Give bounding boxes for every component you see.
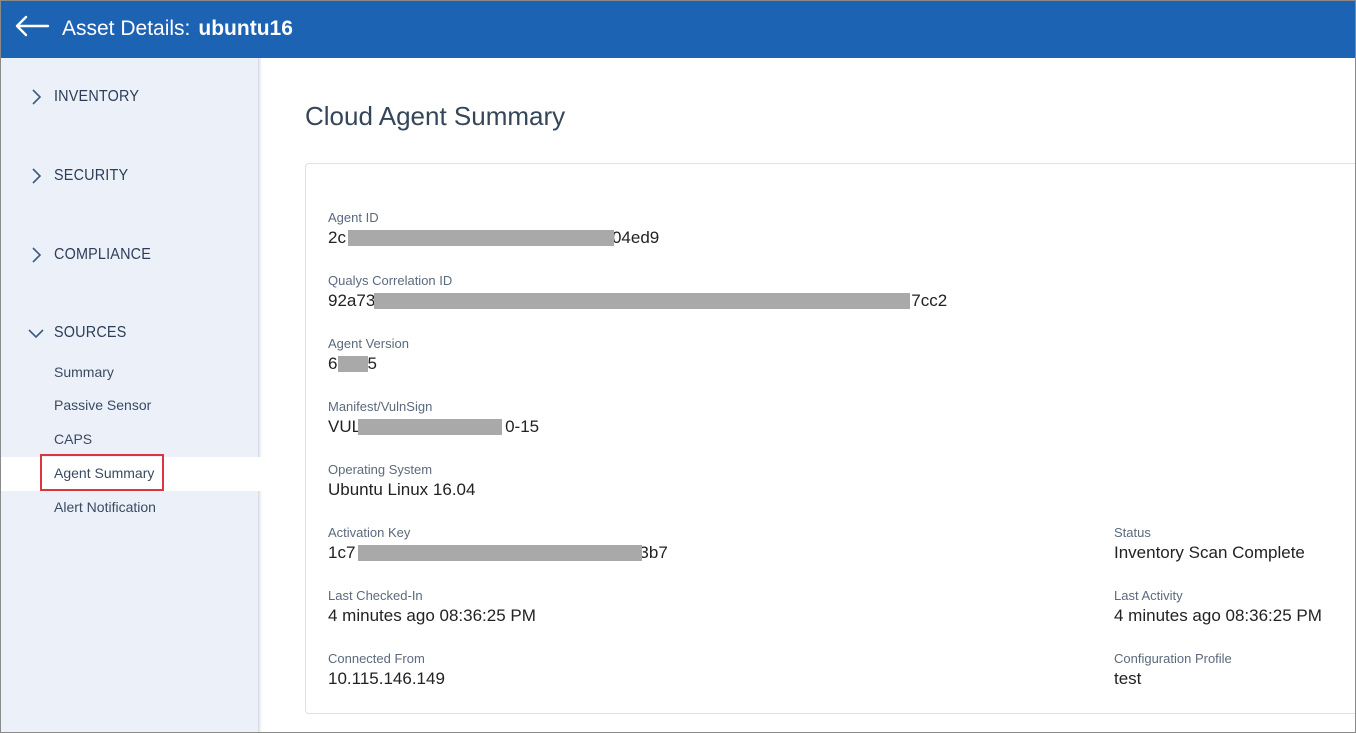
page-header: Asset Details: ubuntu16: [1, 1, 1355, 58]
field-label: Agent Version: [328, 336, 409, 351]
sidebar-section-compliance[interactable]: COMPLIANCE: [1, 238, 259, 272]
field-value[interactable]: 1c7 3b7: [328, 542, 668, 564]
field-value[interactable]: VUL 0-15: [328, 416, 539, 438]
sidebar-section-label: INVENTORY: [54, 88, 140, 105]
field-label: Configuration Profile: [1114, 651, 1232, 666]
field-status: Status Inventory Scan Complete: [1114, 525, 1305, 564]
field-last-activity: Last Activity 4 minutes ago 08:36:25 PM: [1114, 588, 1322, 627]
field-value[interactable]: 10.115.146.149: [328, 668, 445, 690]
field-value[interactable]: 4 minutes ago 08:36:25 PM: [1114, 605, 1322, 627]
field-label: Operating System: [328, 462, 433, 477]
field-operating-system: Operating System Ubuntu Linux 16.04: [328, 462, 475, 501]
redaction-bar: [358, 545, 642, 561]
value-end: 3b7: [639, 543, 668, 562]
field-label: Last Checked-In: [328, 588, 423, 603]
sidebar-item-agent-summary[interactable]: Agent Summary: [1, 457, 262, 491]
chevron-down-icon: [28, 329, 44, 339]
chevron-right-icon: [32, 89, 42, 105]
redaction-bar: [338, 356, 368, 372]
value-end: 04ed9: [611, 228, 660, 247]
title-prefix: Asset Details:: [62, 17, 191, 40]
value-start: 92a73: [328, 291, 376, 310]
sidebar-item-summary[interactable]: Summary: [1, 357, 259, 389]
field-connected-from: Connected From 10.115.146.149: [328, 651, 445, 690]
sidebar-section-sources[interactable]: SOURCES: [1, 316, 259, 350]
sidebar-section-label: SOURCES: [54, 324, 127, 341]
page-title: Asset Details: ubuntu16: [62, 17, 293, 41]
field-label: Agent ID: [328, 210, 379, 225]
field-value[interactable]: 2c 04ed9: [328, 227, 659, 249]
redaction-bar: [348, 230, 614, 246]
field-last-checked-in: Last Checked-In 4 minutes ago 08:36:25 P…: [328, 588, 536, 627]
value-start: VUL: [328, 417, 362, 436]
sidebar-item-label: Agent Summary: [54, 465, 155, 481]
chevron-right-icon: [32, 168, 42, 184]
field-label: Activation Key: [328, 525, 411, 540]
section-title: Cloud Agent Summary: [305, 101, 566, 131]
field-label: Connected From: [328, 651, 425, 666]
field-label: Status: [1114, 525, 1151, 540]
sidebar-item-caps[interactable]: CAPS: [1, 424, 259, 456]
field-value[interactable]: 65: [328, 353, 377, 375]
arrow-left-icon: [15, 15, 50, 37]
sidebar-item-label: Alert Notification: [54, 499, 156, 515]
sidebar-item-alert-notification[interactable]: Alert Notification: [1, 492, 259, 524]
field-value[interactable]: 4 minutes ago 08:36:25 PM: [328, 605, 536, 627]
sidebar-item-label: Summary: [54, 364, 114, 380]
field-label: Manifest/VulnSign: [328, 399, 433, 414]
value-start: 6: [328, 354, 338, 373]
field-manifest: Manifest/VulnSign VUL 0-15: [328, 399, 539, 438]
asset-name: ubuntu16: [198, 17, 293, 40]
field-value[interactable]: Ubuntu Linux 16.04: [328, 479, 475, 501]
value-start: 2c: [328, 228, 346, 247]
app-window: Asset Details: ubuntu16 INVENTORY SECURIT…: [0, 0, 1356, 733]
redaction-bar: [358, 419, 502, 435]
chevron-right-icon: [32, 247, 42, 263]
field-agent-version: Agent Version 65: [328, 336, 409, 375]
sidebar-section-label: COMPLIANCE: [54, 246, 152, 263]
field-value[interactable]: test: [1114, 668, 1141, 690]
value-start: 1c7: [328, 543, 356, 562]
field-activation-key: Activation Key 1c7 3b7: [328, 525, 668, 564]
field-label: Qualys Correlation ID: [328, 273, 453, 288]
sidebar-section-inventory[interactable]: INVENTORY: [1, 80, 259, 114]
field-configuration-profile: Configuration Profile test: [1114, 651, 1232, 690]
field-agent-id: Agent ID 2c 04ed9: [328, 210, 659, 249]
field-label: Last Activity: [1114, 588, 1183, 603]
status-value[interactable]: Inventory Scan Complete: [1114, 542, 1305, 564]
field-correlation-id: Qualys Correlation ID 92a73 7cc2: [328, 273, 947, 312]
value-end: 7cc2: [911, 291, 948, 310]
field-value[interactable]: 92a73 7cc2: [328, 290, 947, 312]
back-button[interactable]: [13, 11, 51, 41]
sidebar-item-passive-sensor[interactable]: Passive Sensor: [1, 390, 259, 422]
sidebar-item-label: CAPS: [54, 431, 93, 447]
sidebar-section-security[interactable]: SECURITY: [1, 159, 259, 193]
value-end: 0-15: [505, 417, 540, 436]
value-end: 5: [367, 354, 377, 373]
sidebar-item-label: Passive Sensor: [54, 397, 152, 413]
redaction-bar: [374, 293, 910, 309]
sidebar-section-label: SECURITY: [54, 167, 129, 184]
sidebar-divider: [259, 58, 262, 732]
